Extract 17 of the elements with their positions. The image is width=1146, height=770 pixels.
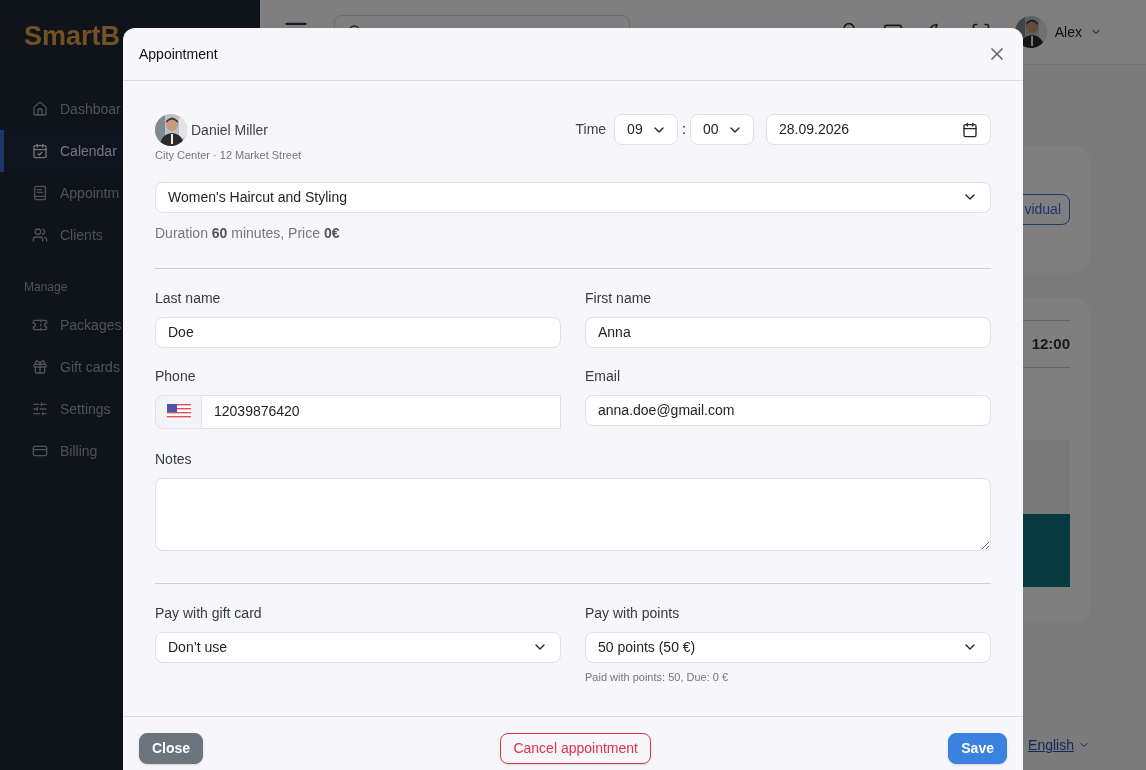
time-label: Time <box>575 120 607 139</box>
field-label: Last name <box>155 288 222 308</box>
time-separator: : <box>682 120 686 139</box>
section-heading: Manage <box>23 279 69 296</box>
field-label: Pay with gift card <box>155 603 263 623</box>
field-label: First name <box>585 288 653 308</box>
field-label: Phone <box>155 366 197 386</box>
staff-location: City Center · 12 Market Street <box>155 148 302 163</box>
time-heading: 12:00 <box>1031 333 1070 354</box>
dialog-title: Appointment <box>139 44 218 64</box>
points-note: Paid with points: 50, Due: 0 € <box>585 669 730 685</box>
field-label: Pay with points <box>585 603 681 623</box>
logo: SmartB <box>24 21 121 51</box>
service-summary: Duration 60 minutes, Price 0€ <box>155 223 341 243</box>
field-label: Notes <box>155 449 193 469</box>
field-label: Email <box>585 366 621 386</box>
staff-name: Daniel Miller <box>191 120 269 140</box>
